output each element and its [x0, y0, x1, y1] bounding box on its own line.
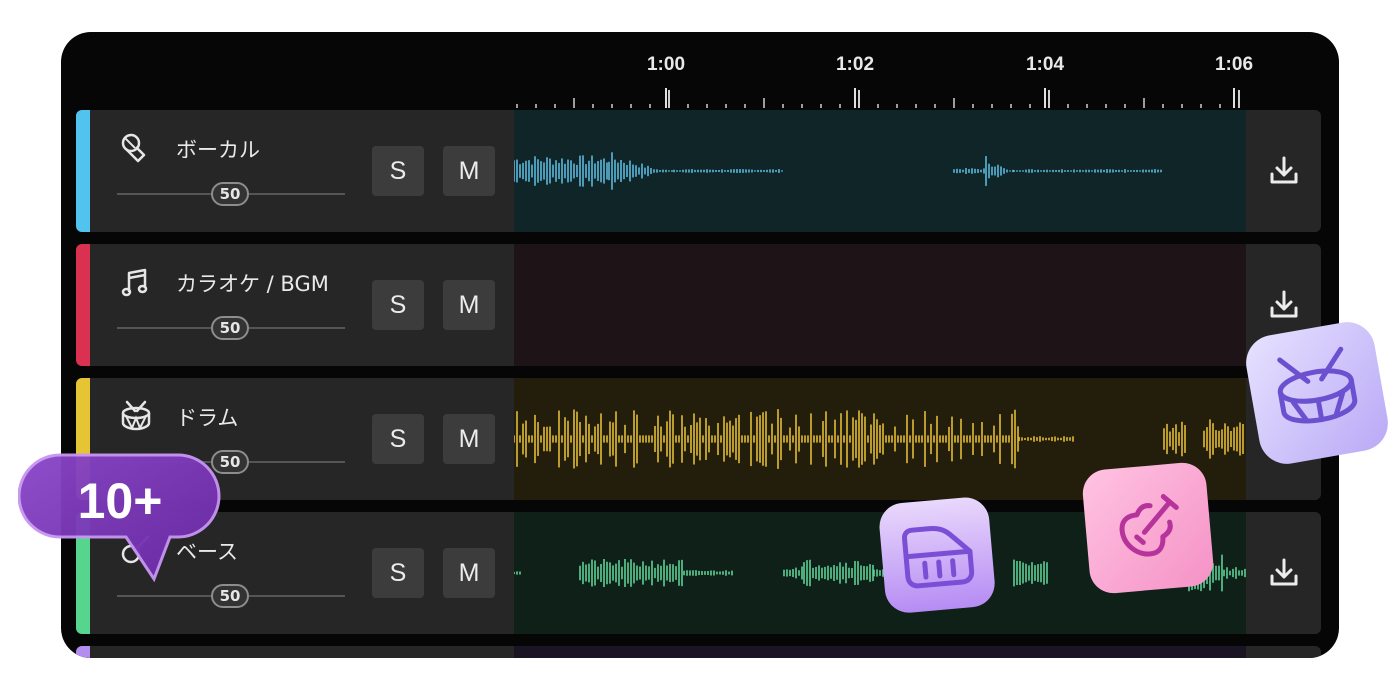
track-name: ボーカル [176, 138, 260, 162]
ruler-ticks [516, 88, 1240, 108]
piano-icon [879, 497, 995, 613]
mute-button[interactable]: M [443, 414, 495, 464]
drum-icon [1246, 322, 1388, 464]
badge-text: 10+ [78, 473, 163, 529]
waveform-region [514, 646, 1246, 658]
track-partial [76, 646, 1321, 658]
track-color-stripe [76, 110, 90, 232]
track-color-stripe [76, 646, 90, 658]
track-name: カラオケ / BGM [176, 272, 329, 296]
solo-button[interactable]: S [372, 280, 424, 330]
track-karaoke-bgm: カラオケ / BGM 50 S M [76, 244, 1321, 366]
track-color-stripe [76, 244, 90, 366]
mute-button[interactable]: M [443, 280, 495, 330]
mute-button[interactable]: M [443, 548, 495, 598]
track-name: ドラム [176, 406, 239, 430]
guitar-icon [1082, 462, 1214, 594]
mute-button[interactable]: M [443, 146, 495, 196]
download-button[interactable] [1246, 512, 1321, 634]
download-button[interactable] [1246, 110, 1321, 232]
microphone-icon [121, 133, 146, 163]
drum-icon [121, 400, 151, 431]
count-badge: 10+ [18, 453, 221, 583]
time-label: 1:00 [646, 54, 686, 75]
solo-button[interactable]: S [372, 548, 424, 598]
download-icon [1270, 558, 1298, 586]
solo-button[interactable]: S [372, 414, 424, 464]
solo-button[interactable]: S [372, 146, 424, 196]
music-note-icon [121, 268, 148, 297]
waveform-region[interactable] [514, 110, 1246, 232]
volume-slider-knob[interactable]: 50 [211, 584, 249, 608]
time-label: 1:06 [1214, 54, 1254, 75]
timeline-ruler[interactable]: 1:00 1:02 1:04 1:06 [61, 32, 1339, 110]
track-vocals: ボーカル 50 S M [76, 110, 1321, 232]
waveform-region[interactable] [514, 244, 1246, 366]
time-label: 1:04 [1025, 54, 1065, 75]
download-icon [1270, 156, 1298, 184]
volume-slider-knob[interactable]: 50 [211, 316, 249, 340]
download-icon [1270, 290, 1298, 318]
volume-slider-knob[interactable]: 50 [211, 182, 249, 206]
time-label: 1:02 [835, 54, 875, 75]
